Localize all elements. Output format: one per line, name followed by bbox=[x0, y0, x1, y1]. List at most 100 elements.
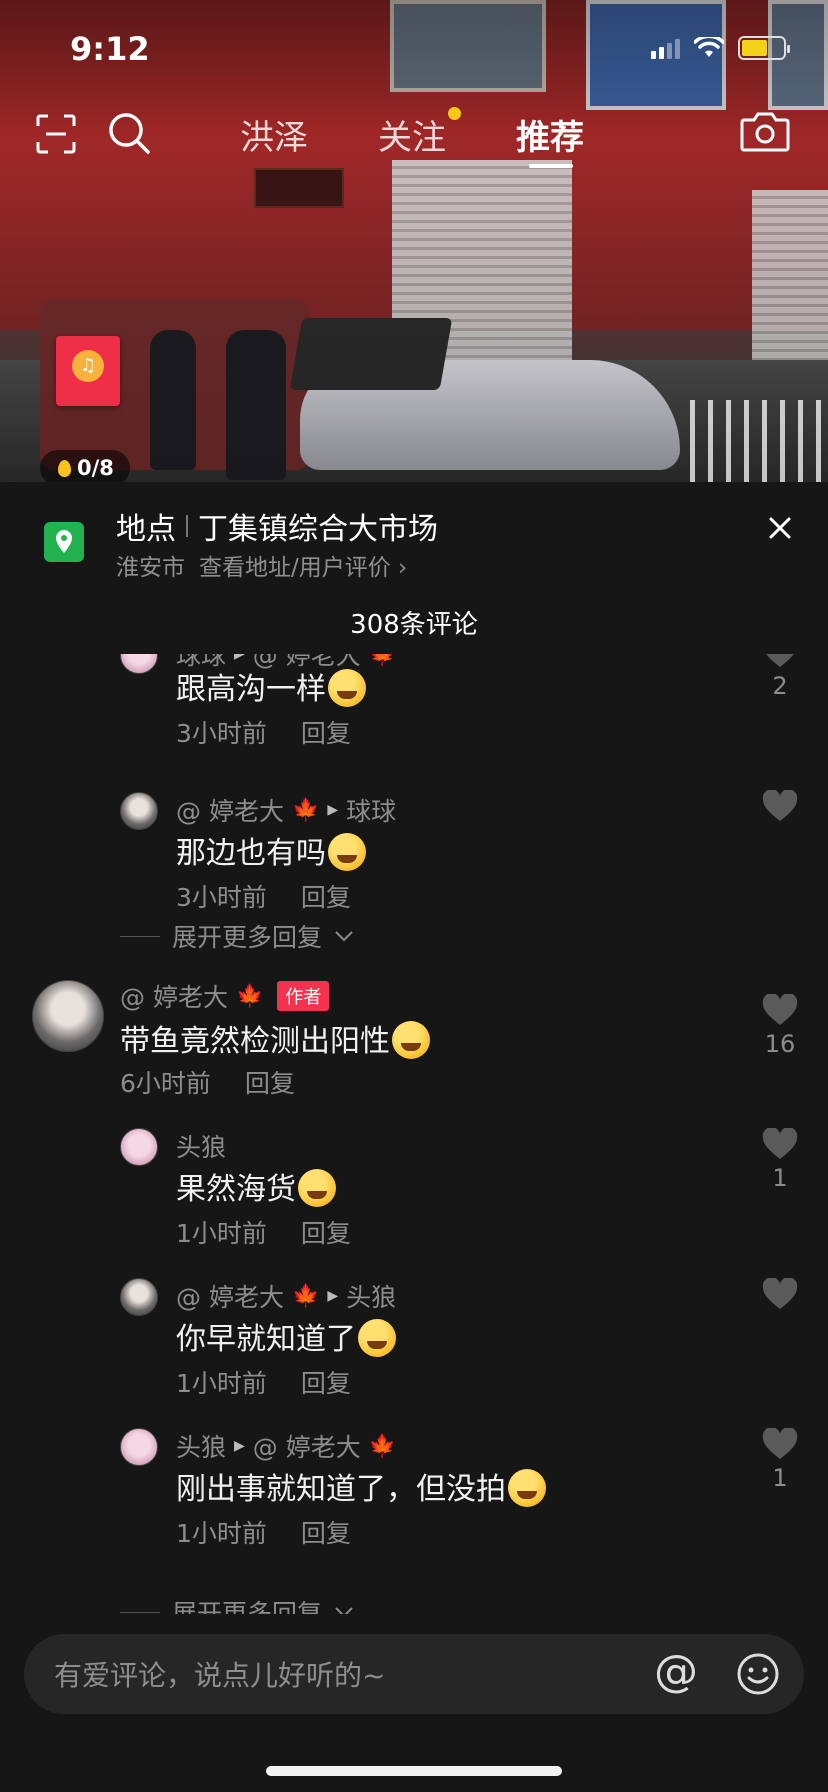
mention-icon[interactable]: @ bbox=[654, 1650, 698, 1694]
location-label: 地点 bbox=[116, 512, 176, 547]
maple-leaf-icon: 🍁 bbox=[368, 1433, 397, 1459]
comment-username[interactable]: @ 婷老大 bbox=[176, 1278, 284, 1314]
location-name: 丁集镇综合大市场 bbox=[198, 512, 438, 547]
comment-footer: 1小时前 回复 bbox=[176, 1364, 351, 1400]
author-badge: 作者 bbox=[277, 981, 330, 1011]
location-separator bbox=[186, 515, 188, 537]
comment-username[interactable]: @ 婷老大 bbox=[176, 792, 284, 828]
reply-to-username[interactable]: 球球 bbox=[346, 792, 396, 828]
red-packet-progress[interactable]: 0/8 bbox=[40, 450, 130, 486]
reply-button[interactable]: 回复 bbox=[301, 1214, 351, 1250]
laughing-emoji-icon bbox=[298, 1169, 336, 1207]
avatar[interactable] bbox=[32, 980, 104, 1052]
status-time: 9:12 bbox=[70, 30, 150, 68]
location-pin-icon bbox=[44, 522, 84, 562]
comment-username[interactable]: 头狼 bbox=[176, 1428, 226, 1464]
maple-leaf-icon: 🍁 bbox=[235, 983, 264, 1009]
chevron-down-icon bbox=[335, 1607, 353, 1614]
reply-button[interactable]: 回复 bbox=[301, 1514, 351, 1550]
comment-text: 刚出事就知道了，但没拍 bbox=[176, 1464, 546, 1508]
active-tab-indicator bbox=[529, 164, 573, 168]
reply-button[interactable]: 回复 bbox=[301, 1364, 351, 1400]
location-link[interactable]: 查看地址/用户评价 › bbox=[199, 548, 407, 582]
reply-arrow-icon: ▶ bbox=[234, 1438, 245, 1454]
comment-text-content: 带鱼竟然检测出阳性 bbox=[120, 1024, 390, 1059]
like-button[interactable]: 16 bbox=[760, 994, 800, 1058]
location-subtitle[interactable]: 淮安市 查看地址/用户评价 › bbox=[116, 548, 407, 582]
reply-button[interactable]: 回复 bbox=[245, 1064, 295, 1100]
expand-more-replies[interactable]: 展开更多回复 bbox=[120, 918, 354, 954]
heart-icon bbox=[762, 790, 798, 821]
comment-text: 果然海货 bbox=[176, 1164, 336, 1208]
reply-to-username[interactable]: 头狼 bbox=[346, 1278, 396, 1314]
divider-line bbox=[120, 935, 160, 937]
status-icons bbox=[651, 36, 790, 60]
heart-icon bbox=[766, 654, 794, 667]
comment-meta: @ 婷老大 🍁 ▶ 球球 bbox=[176, 792, 396, 828]
reply-arrow-icon: ▶ bbox=[327, 1288, 339, 1304]
heart-icon bbox=[762, 994, 798, 1025]
tab-following[interactable]: 关注 bbox=[378, 110, 446, 159]
avatar[interactable] bbox=[120, 1278, 158, 1316]
expand-more-replies[interactable]: 展开更多回复 bbox=[120, 1594, 354, 1614]
signal-icon bbox=[651, 37, 680, 59]
comment-footer: 6小时前 回复 bbox=[120, 1064, 295, 1100]
location-title[interactable]: 地点 丁集镇综合大市场 bbox=[116, 504, 438, 548]
reply-button[interactable]: 回复 bbox=[301, 878, 351, 914]
like-button[interactable]: 2 bbox=[760, 654, 800, 700]
comment-text-content: 那边也有吗 bbox=[176, 836, 326, 871]
search-icon[interactable] bbox=[106, 110, 152, 156]
chevron-down-icon bbox=[335, 931, 353, 942]
comment-text-content: 你早就知道了 bbox=[176, 1322, 356, 1357]
progress-text: 0/8 bbox=[77, 456, 114, 480]
comment-time: 3小时前 bbox=[176, 883, 267, 912]
avatar[interactable] bbox=[120, 1128, 158, 1166]
comment-input-bar[interactable]: 有爱评论，说点儿好听的~ @ bbox=[24, 1634, 804, 1714]
comment-footer: 3小时前 回复 bbox=[176, 714, 351, 750]
gold-egg-icon bbox=[58, 459, 71, 477]
comment-meta: 头狼 ▶ @ 婷老大 🍁 bbox=[176, 1428, 396, 1464]
like-button[interactable] bbox=[760, 1278, 800, 1310]
comment-footer: 1小时前 回复 bbox=[176, 1514, 351, 1550]
like-button[interactable] bbox=[760, 790, 800, 822]
reply-button[interactable]: 回复 bbox=[301, 714, 351, 750]
comment-footer: 1小时前 回复 bbox=[176, 1214, 351, 1250]
expand-label: 展开更多回复 bbox=[172, 923, 323, 952]
avatar[interactable] bbox=[120, 654, 158, 674]
comment-meta: 头狼 bbox=[176, 1128, 226, 1164]
comment-list[interactable]: 球球 ▶ @ 婷老大 🍁 跟高沟一样 3小时前 回复 2 @ 婷老大 🍁 ▶ 球… bbox=[0, 654, 828, 1614]
reply-arrow-icon: ▶ bbox=[234, 654, 245, 662]
emoji-picker-icon[interactable] bbox=[736, 1652, 780, 1696]
like-button[interactable]: 1 bbox=[760, 1128, 800, 1192]
reply-to-username[interactable]: @ 婷老大 bbox=[253, 1428, 361, 1464]
comment-text-content: 刚出事就知道了，但没拍 bbox=[176, 1472, 506, 1507]
maple-leaf-icon: 🍁 bbox=[291, 797, 320, 823]
avatar[interactable] bbox=[120, 792, 158, 830]
comment-time: 1小时前 bbox=[176, 1219, 267, 1248]
like-button[interactable]: 1 bbox=[760, 1428, 800, 1492]
close-icon[interactable] bbox=[762, 510, 798, 546]
tab-recommended[interactable]: 推荐 bbox=[516, 110, 584, 159]
avatar[interactable] bbox=[120, 1428, 158, 1466]
maple-leaf-icon: 🍁 bbox=[368, 654, 397, 667]
crying-laughing-emoji-icon bbox=[328, 833, 366, 871]
comment-meta: @ 婷老大 🍁 作者 bbox=[120, 978, 330, 1014]
like-count: 2 bbox=[772, 672, 788, 700]
location-city: 淮安市 bbox=[116, 555, 185, 581]
camera-icon[interactable] bbox=[740, 110, 790, 152]
comment-time: 1小时前 bbox=[176, 1369, 267, 1398]
comment-input[interactable]: 有爱评论，说点儿好听的~ bbox=[54, 1654, 385, 1694]
scan-icon[interactable] bbox=[36, 114, 76, 154]
home-indicator[interactable] bbox=[266, 1766, 562, 1776]
red-packet-icon[interactable]: ♫ bbox=[56, 336, 120, 406]
heart-icon bbox=[762, 1128, 798, 1159]
comment-username[interactable]: 头狼 bbox=[176, 1128, 226, 1164]
heart-icon bbox=[762, 1428, 798, 1459]
video-player[interactable] bbox=[0, 0, 828, 482]
comment-username[interactable]: @ 婷老大 bbox=[120, 978, 228, 1014]
battery-icon bbox=[738, 36, 790, 60]
comment-text: 那边也有吗 bbox=[176, 828, 366, 872]
tab-hongze[interactable]: 洪泽 bbox=[240, 110, 308, 159]
grinning-emoji-icon bbox=[508, 1469, 546, 1507]
like-count: 1 bbox=[772, 1164, 788, 1192]
